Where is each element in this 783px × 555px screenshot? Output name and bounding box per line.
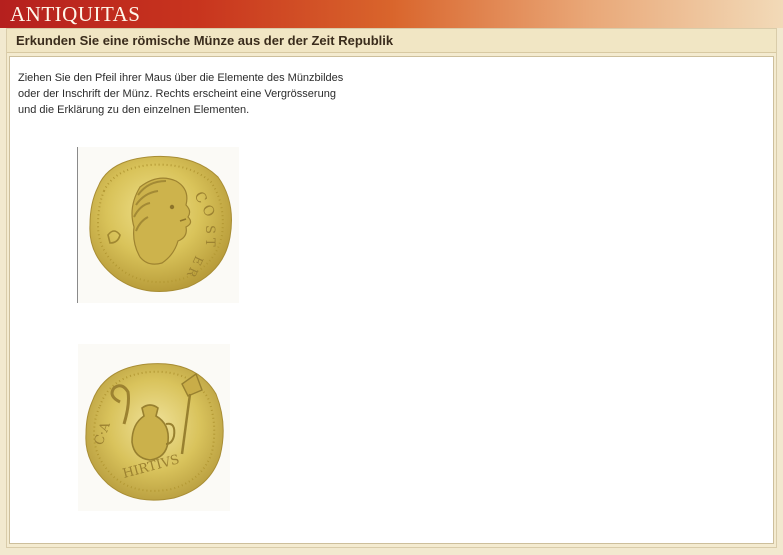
page-title: Erkunden Sie eine römische Münze aus der… bbox=[16, 33, 394, 48]
brand-logo: ANTIQUITAS bbox=[10, 2, 141, 26]
instruction-line: oder der Inschrift der Münz. Rechts ersc… bbox=[18, 88, 336, 100]
app-banner: ANTIQUITAS bbox=[0, 0, 783, 28]
instruction-line: Ziehen Sie den Pfeil ihrer Maus über die… bbox=[18, 72, 344, 84]
coin-reverse[interactable]: C·A HIRTIVS bbox=[78, 344, 230, 511]
main-frame: Erkunden Sie eine römische Münze aus der… bbox=[6, 28, 777, 548]
coin-obverse[interactable]: C O S T E R bbox=[77, 147, 239, 303]
coin-reverse-jug-image[interactable]: C·A HIRTIVS bbox=[78, 344, 230, 511]
coin-obverse-head-image[interactable]: C O S T E R bbox=[78, 147, 240, 303]
heading-bar: Erkunden Sie eine römische Münze aus der… bbox=[7, 29, 776, 53]
instruction-line: und die Erklärung zu den einzelnen Eleme… bbox=[18, 104, 250, 116]
instructions-text: Ziehen Sie den Pfeil ihrer Maus über die… bbox=[18, 70, 398, 118]
svg-text:S T: S T bbox=[202, 225, 217, 247]
content-panel: Ziehen Sie den Pfeil ihrer Maus über die… bbox=[9, 56, 774, 544]
